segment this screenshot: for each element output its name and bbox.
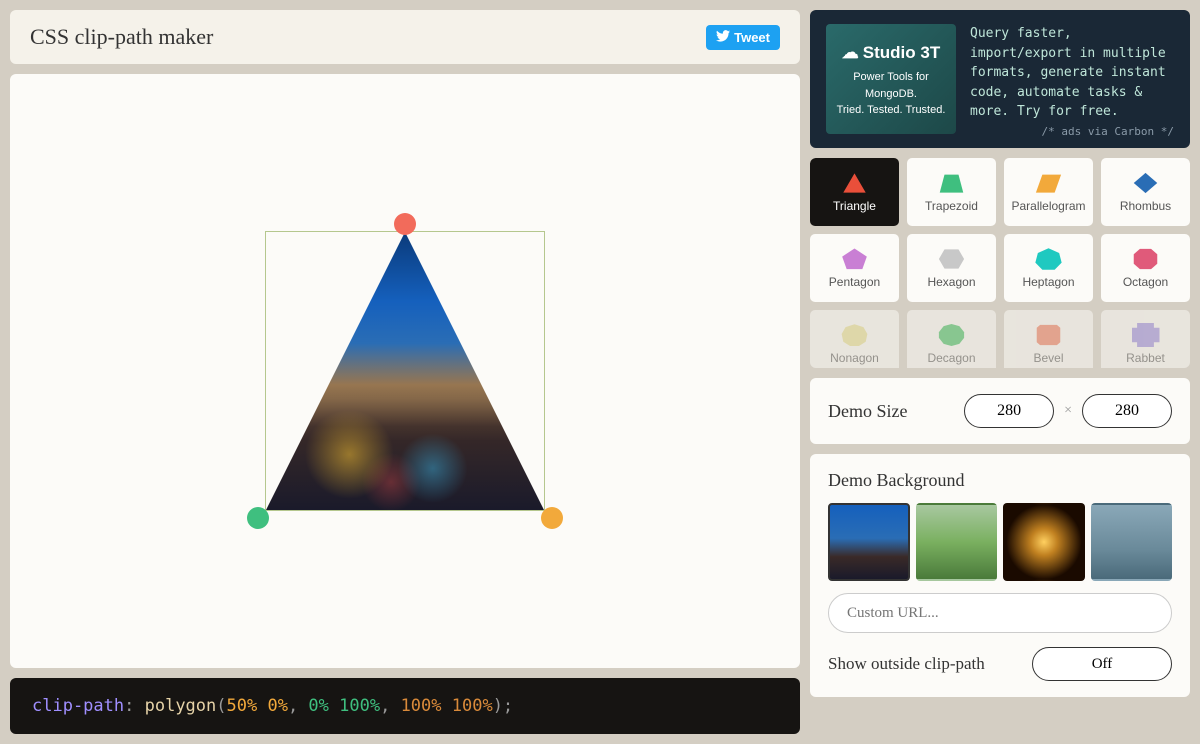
css-output[interactable]: clip-path: polygon(50% 0%, 0% 100%, 100%…	[10, 678, 800, 734]
multiply-icon: ×	[1064, 403, 1072, 419]
trapezoid-icon	[938, 171, 966, 195]
shape-label: Decagon	[927, 351, 975, 365]
ad-attribution: /* ads via Carbon */	[970, 124, 1174, 141]
demo-width-input[interactable]	[964, 394, 1054, 428]
shape-tile-heptagon[interactable]: Heptagon	[1004, 234, 1093, 302]
demo-height-input[interactable]	[1082, 394, 1172, 428]
handle-bottom-right[interactable]	[541, 507, 563, 529]
bg-thumb-bridge[interactable]	[828, 503, 910, 581]
octagon-icon	[1132, 247, 1160, 271]
shape-label: Trapezoid	[925, 199, 978, 213]
shape-tile-bevel[interactable]: Bevel	[1004, 310, 1093, 368]
clip-canvas[interactable]	[10, 74, 800, 668]
page-title: CSS clip-path maker	[30, 24, 213, 50]
shape-tile-decagon[interactable]: Decagon	[907, 310, 996, 368]
parallelogram-icon	[1035, 171, 1063, 195]
shape-tile-trapezoid[interactable]: Trapezoid	[907, 158, 996, 226]
tweet-label: Tweet	[734, 30, 770, 45]
shape-tile-octagon[interactable]: Octagon	[1101, 234, 1190, 302]
header-bar: CSS clip-path maker Tweet	[10, 10, 800, 64]
bg-thumb-wave[interactable]	[1091, 503, 1173, 581]
heptagon-icon	[1035, 247, 1063, 271]
shape-tile-nonagon[interactable]: Nonagon	[810, 310, 899, 368]
shape-label: Heptagon	[1022, 275, 1074, 289]
css-arg-3: 100% 100%	[401, 696, 493, 716]
demo-bg-label: Demo Background	[828, 470, 1172, 491]
shape-tile-hexagon[interactable]: Hexagon	[907, 234, 996, 302]
show-outside-toggle[interactable]: Off	[1032, 647, 1172, 681]
show-outside-label: Show outside clip-path	[828, 654, 985, 674]
shape-tile-rabbet[interactable]: Rabbet	[1101, 310, 1190, 368]
shape-label: Rhombus	[1120, 199, 1171, 213]
shape-label: Hexagon	[927, 275, 975, 289]
shape-label: Bevel	[1033, 351, 1063, 365]
ad-copy: Query faster, import/export in multiple …	[970, 24, 1174, 122]
shape-tile-triangle[interactable]: Triangle	[810, 158, 899, 226]
nonagon-icon	[841, 323, 869, 347]
ad-card[interactable]: ☁Studio 3T Power Tools for MongoDB. Trie…	[810, 10, 1190, 148]
cloud-icon: ☁	[842, 40, 859, 66]
pentagon-icon	[841, 247, 869, 271]
rhombus-icon	[1132, 171, 1160, 195]
handle-bottom-left[interactable]	[247, 507, 269, 529]
shape-tile-pentagon[interactable]: Pentagon	[810, 234, 899, 302]
shape-label: Rabbet	[1126, 351, 1165, 365]
demo-bounds	[265, 231, 545, 511]
demo-size-panel: Demo Size ×	[810, 378, 1190, 444]
css-arg-1: 50% 0%	[227, 696, 288, 716]
shape-label: Parallelogram	[1011, 199, 1085, 213]
css-arg-2: 0% 100%	[308, 696, 380, 716]
custom-url-input[interactable]	[828, 593, 1172, 633]
twitter-icon	[716, 30, 730, 45]
shape-label: Nonagon	[830, 351, 879, 365]
css-function: polygon	[145, 696, 217, 716]
shape-label: Triangle	[833, 199, 876, 213]
shape-tile-parallelogram[interactable]: Parallelogram	[1004, 158, 1093, 226]
triangle-icon	[841, 171, 869, 195]
demo-image	[266, 232, 544, 510]
rabbet-icon	[1132, 323, 1160, 347]
tweet-button[interactable]: Tweet	[706, 25, 780, 50]
demo-background-panel: Demo Background Show outside clip-path O…	[810, 454, 1190, 697]
shape-label: Pentagon	[829, 275, 880, 289]
shapes-panel: Triangle Trapezoid Parallelogram Rhombus Pen…	[810, 158, 1190, 368]
hexagon-icon	[938, 247, 966, 271]
css-property: clip-path	[32, 696, 124, 716]
demo-size-label: Demo Size	[828, 401, 907, 422]
handle-top[interactable]	[394, 213, 416, 235]
decagon-icon	[938, 323, 966, 347]
bevel-icon	[1035, 323, 1063, 347]
bg-thumb-hills[interactable]	[916, 503, 998, 581]
bg-thumb-sparkler[interactable]	[1003, 503, 1085, 581]
shape-tile-rhombus[interactable]: Rhombus	[1101, 158, 1190, 226]
shape-label: Octagon	[1123, 275, 1168, 289]
ad-logo: ☁Studio 3T Power Tools for MongoDB. Trie…	[826, 24, 956, 134]
